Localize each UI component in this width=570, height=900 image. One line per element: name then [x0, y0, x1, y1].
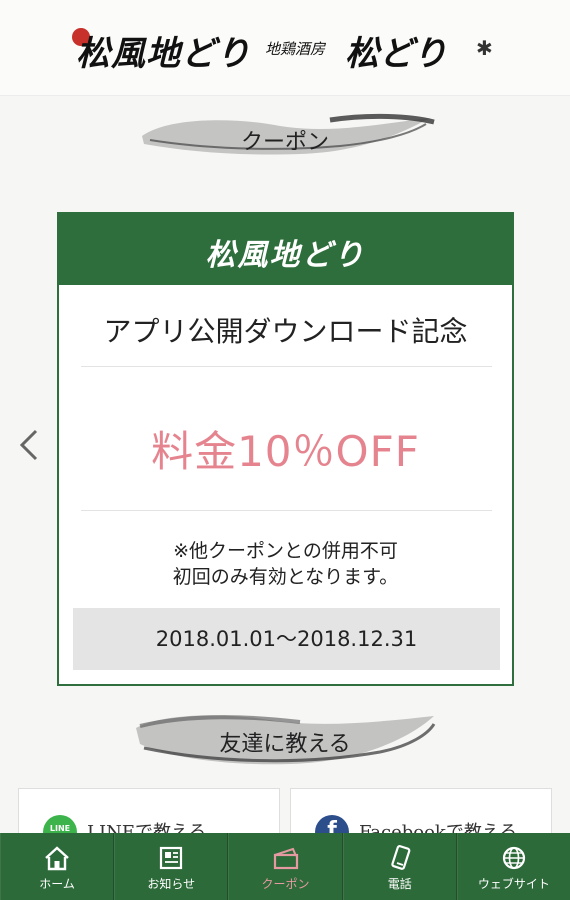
coupon-note: ※他クーポンとの併用不可 初回のみ有効となります。 [59, 538, 512, 590]
coupon-divider [81, 366, 492, 367]
coupon-icon [273, 847, 298, 870]
coupon-note-line-2: 初回のみ有効となります。 [172, 566, 399, 588]
brand-logo-main: 松風地どり [76, 34, 251, 74]
app-header: 松風地どり 地鶏酒房 松どり ✱ [0, 0, 570, 96]
coupon-section-label: クーポン [240, 130, 329, 155]
tab-phone-label: 電話 [387, 877, 412, 891]
coupon-card-header: 松風地どり [59, 214, 512, 285]
tab-website-label: ウェブサイト [477, 877, 550, 891]
bottom-tab-bar: ホーム お知らせ クーポン 電話 ウェブサイト [0, 833, 570, 900]
coupon-divider [81, 510, 492, 511]
coupon-note-line-1: ※他クーポンとの併用不可 [173, 540, 398, 562]
tab-news-label: お知らせ [147, 877, 196, 891]
share-section-label: 友達に教える [219, 732, 351, 757]
tab-coupon-label: クーポン [261, 877, 310, 891]
brand-logo-sub: 松どり [345, 34, 447, 74]
tab-news[interactable]: お知らせ [114, 833, 229, 900]
coupon-title: アプリ公開ダウンロード記念 [103, 315, 468, 348]
brand-logo-sub-caption: 地鶏酒房 [265, 40, 326, 58]
news-icon [160, 846, 183, 870]
line-icon-text: LINE [49, 824, 71, 833]
tab-home-label: ホーム [39, 877, 75, 891]
coupon-card[interactable]: 松風地どり アプリ公開ダウンロード記念 料金10％OFF ※他クーポンとの併用不… [57, 212, 514, 686]
phone-icon [391, 845, 411, 870]
tab-phone[interactable]: 電話 [342, 833, 457, 900]
previous-coupon-arrow[interactable] [14, 425, 44, 465]
tab-home[interactable]: ホーム [0, 833, 115, 900]
coupon-card-logo: 松風地どり [205, 238, 366, 273]
coupon-section-title: クーポン [130, 112, 440, 172]
home-icon [45, 846, 69, 871]
share-section-title: 友達に教える [130, 708, 440, 768]
globe-icon [502, 846, 526, 870]
coupon-discount: 料金10％OFF [151, 427, 420, 476]
tab-coupon[interactable]: クーポン [228, 833, 343, 900]
tab-website[interactable]: ウェブサイト [456, 833, 570, 900]
coupon-validity-period: 2018.01.01～2018.12.31 [73, 608, 500, 670]
brand-crest-icon: ✱ [476, 36, 493, 60]
chevron-left-icon [19, 429, 38, 461]
